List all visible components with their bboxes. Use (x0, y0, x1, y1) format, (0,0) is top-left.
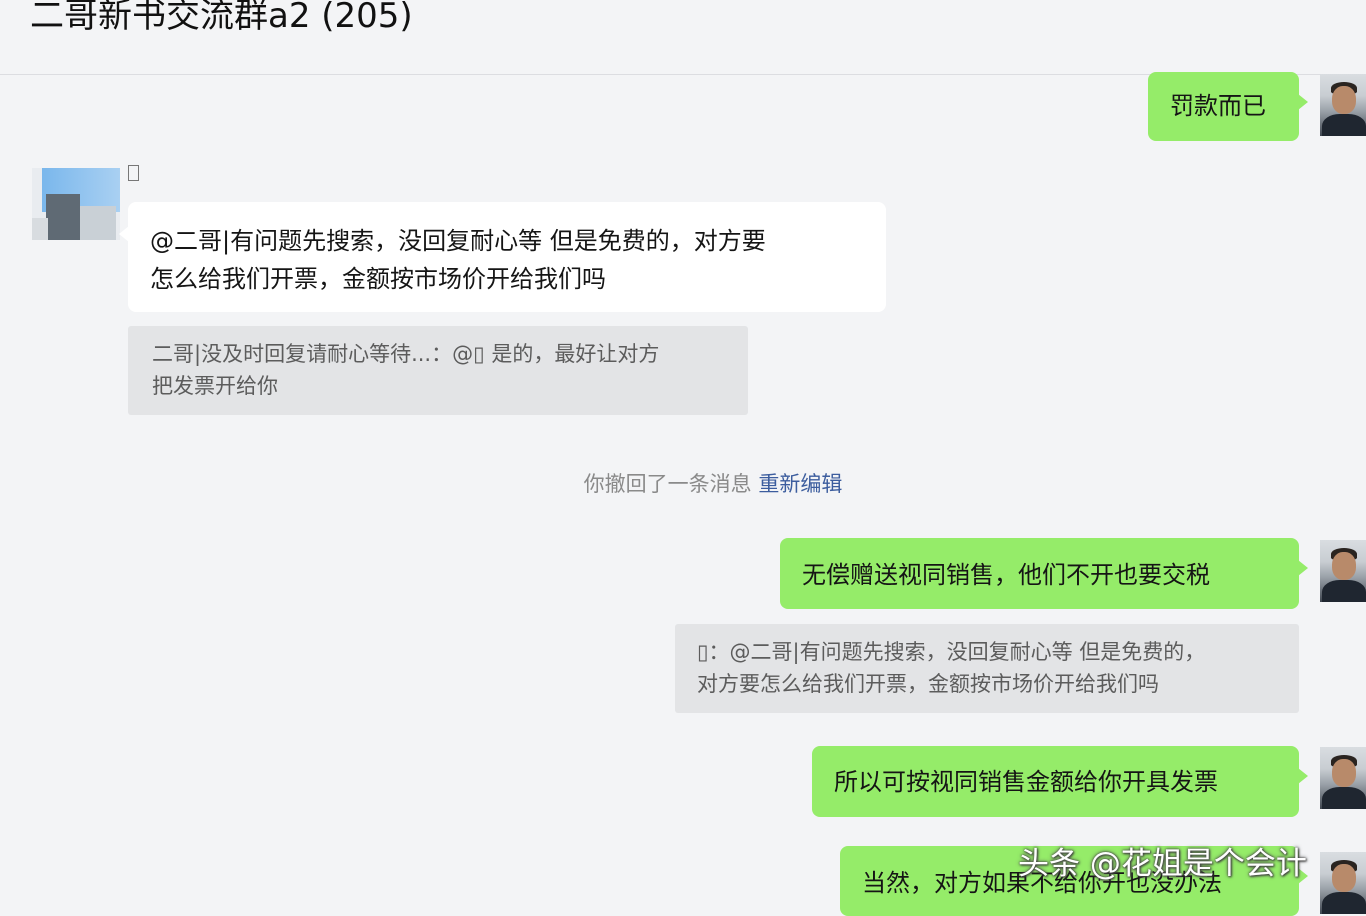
recall-notice-text: 你撤回了一条消息 (583, 472, 752, 496)
quote-text-line: 二哥|没及时回复请耐心等待...：@▯ 是的，最好让对方 (152, 342, 660, 366)
re-edit-link[interactable]: 重新编辑 (758, 472, 842, 496)
quote-text-line: 把发票开给你 (152, 374, 278, 398)
sender-avatar[interactable] (32, 168, 120, 240)
message-text-line: 怎么给我们开票，金额按市场价开给我们吗 (150, 265, 606, 293)
watermark: 头条 @花姐是个会计 (1018, 846, 1307, 882)
my-avatar[interactable] (1320, 74, 1366, 136)
message-text-line: @二哥|有问题先搜索，没回复耐心等 但是免费的，对方要 (150, 227, 766, 255)
sender-name-glyph-icon (128, 162, 144, 184)
other-message-bubble[interactable]: @二哥|有问题先搜索，没回复耐心等 但是免费的，对方要 怎么给我们开票，金额按市… (119, 202, 886, 312)
chat-title[interactable]: 二哥新书交流群a2 (205) (30, 0, 413, 37)
recall-notice: 你撤回了一条消息 重新编辑 (0, 468, 1366, 498)
chat-header: 二哥新书交流群a2 (205) (0, 0, 1366, 75)
my-message-bubble[interactable]: 罚款而已 (1148, 72, 1308, 141)
my-avatar[interactable] (1320, 852, 1366, 914)
quote-text-line: ▯：@二哥|有问题先搜索，没回复耐心等 但是免费的， (697, 640, 1206, 664)
message-text: 所以可按视同销售金额给你开具发票 (834, 768, 1218, 796)
my-message-bubble[interactable]: 无偿赠送视同销售，他们不开也要交税 (780, 538, 1308, 609)
my-avatar[interactable] (1320, 540, 1366, 602)
message-text: 无偿赠送视同销售，他们不开也要交税 (802, 561, 1210, 589)
message-text: 罚款而已 (1170, 92, 1266, 120)
my-message-bubble[interactable]: 所以可按视同销售金额给你开具发票 (812, 746, 1308, 817)
quote-text-line: 对方要怎么给我们开票，金额按市场价开给我们吗 (697, 672, 1159, 696)
quoted-reply[interactable]: 二哥|没及时回复请耐心等待...：@▯ 是的，最好让对方 把发票开给你 (128, 326, 748, 415)
my-avatar[interactable] (1320, 747, 1366, 809)
quoted-reply[interactable]: ▯：@二哥|有问题先搜索，没回复耐心等 但是免费的， 对方要怎么给我们开票，金额… (675, 624, 1299, 713)
